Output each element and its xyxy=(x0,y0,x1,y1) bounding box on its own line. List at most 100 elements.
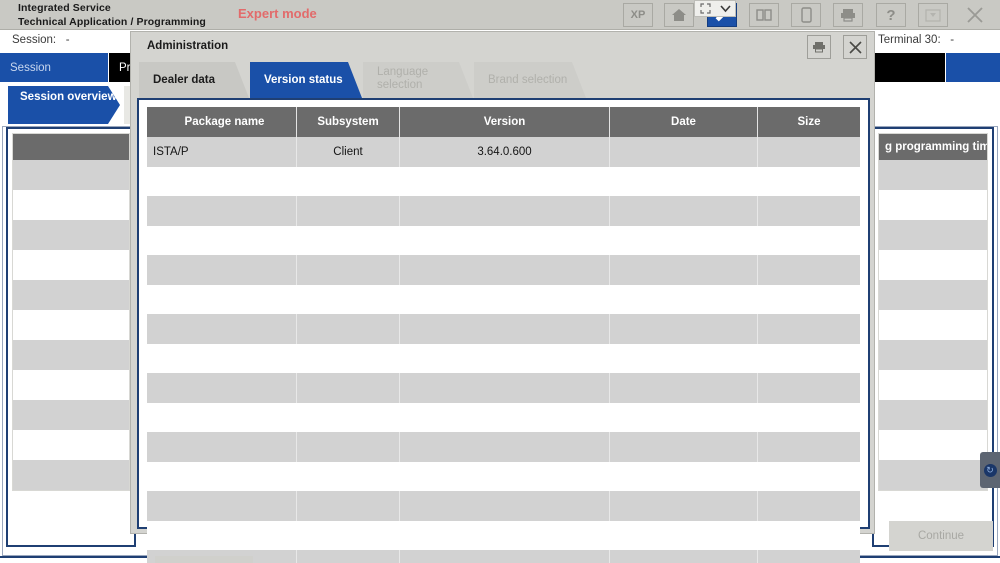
cell-version xyxy=(400,314,610,344)
dialog-tab-bar: Dealer data Version status Language sele… xyxy=(131,62,876,100)
version-status-table: Package name Subsystem Version Date Size… xyxy=(147,107,860,563)
background-right-panel: g programming time xyxy=(872,127,994,547)
nav-tab-session[interactable]: Session xyxy=(0,53,108,82)
refresh-glyph: ↻ xyxy=(984,464,997,477)
printer-icon[interactable] xyxy=(807,35,831,59)
top-header-bar: Integrated Service Technical Application… xyxy=(0,0,1000,30)
cell-date xyxy=(610,196,758,226)
table-row[interactable] xyxy=(879,250,987,280)
table-row-spacer xyxy=(147,462,860,491)
application-window: Integrated Service Technical Application… xyxy=(0,0,1000,563)
table-row[interactable] xyxy=(147,314,860,344)
minimize-icon[interactable] xyxy=(918,3,948,27)
cell-package-name xyxy=(147,314,297,344)
dialog-title-bar: Administration xyxy=(131,32,874,62)
background-left-panel xyxy=(6,127,136,547)
app-title: Integrated Service Technical Application… xyxy=(18,1,206,29)
table-row[interactable] xyxy=(147,550,860,563)
table-row[interactable]: ISTA/P Client 3.64.0.600 xyxy=(147,137,860,167)
table-row-spacer xyxy=(147,521,860,550)
table-row-spacer xyxy=(147,226,860,255)
table-row-spacer xyxy=(147,285,860,314)
cell-package-name xyxy=(147,491,297,521)
table-row[interactable] xyxy=(13,310,129,340)
cell-size xyxy=(758,314,860,344)
table-row[interactable] xyxy=(13,160,129,190)
table-row[interactable] xyxy=(13,220,129,250)
table-row[interactable] xyxy=(13,250,129,280)
home-icon[interactable] xyxy=(664,3,694,27)
table-row[interactable] xyxy=(147,432,860,462)
table-header-row: Package name Subsystem Version Date Size xyxy=(147,107,860,137)
table-row[interactable] xyxy=(13,190,129,220)
session-status: Session: - xyxy=(12,34,70,46)
cell-date xyxy=(610,255,758,285)
table-row[interactable] xyxy=(879,220,987,250)
cell-subsystem xyxy=(297,314,400,344)
help-icon[interactable]: ? xyxy=(876,3,906,27)
table-row[interactable] xyxy=(13,370,129,400)
table-row[interactable] xyxy=(147,255,860,285)
close-icon[interactable] xyxy=(960,3,990,27)
table-row[interactable] xyxy=(13,400,129,430)
printer-icon[interactable] xyxy=(833,3,863,27)
table-row[interactable] xyxy=(147,491,860,521)
cell-subsystem xyxy=(297,373,400,403)
cell-package-name: ISTA/P xyxy=(147,137,297,167)
terminal-status: Terminal 30: - xyxy=(878,34,954,46)
refresh-icon[interactable]: ↻ xyxy=(980,452,1000,488)
table-row[interactable] xyxy=(879,340,987,370)
close-icon[interactable] xyxy=(843,35,867,59)
cell-date xyxy=(610,432,758,462)
table-row[interactable] xyxy=(879,310,987,340)
column-header-size: Size xyxy=(758,107,860,137)
cell-package-name xyxy=(147,196,297,226)
cell-subsystem xyxy=(297,491,400,521)
cell-subsystem: Client xyxy=(297,137,400,167)
column-header-version: Version xyxy=(400,107,610,137)
table-row[interactable] xyxy=(879,280,987,310)
cell-date xyxy=(610,550,758,563)
table-row[interactable] xyxy=(13,460,129,490)
table-row[interactable] xyxy=(13,340,129,370)
table-row[interactable] xyxy=(879,430,987,460)
background-left-table xyxy=(12,133,130,491)
background-right-table: g programming time xyxy=(878,133,988,491)
subnav-tab-session-overview[interactable]: Session overview xyxy=(8,86,120,124)
table-header xyxy=(13,134,129,160)
app-title-line2: Technical Application / Programming xyxy=(18,15,206,29)
cell-subsystem xyxy=(297,196,400,226)
table-row[interactable] xyxy=(147,196,860,226)
battery-icon[interactable] xyxy=(791,3,821,27)
toolbar-popup[interactable] xyxy=(694,0,736,17)
column-header-package-name: Package name xyxy=(147,107,297,137)
chevron-down-icon xyxy=(720,4,731,13)
table-row-spacer xyxy=(147,167,860,196)
table-row[interactable] xyxy=(879,370,987,400)
tab-dealer-data[interactable]: Dealer data xyxy=(139,62,249,98)
table-row[interactable] xyxy=(879,460,987,490)
cell-date xyxy=(610,137,758,167)
table-row[interactable] xyxy=(13,280,129,310)
cell-size xyxy=(758,137,860,167)
cell-package-name xyxy=(147,432,297,462)
nav-tab-blank-2[interactable] xyxy=(946,53,1000,82)
modules-icon[interactable] xyxy=(749,3,779,27)
cell-subsystem xyxy=(297,255,400,285)
cancel-button[interactable]: Cancel xyxy=(155,556,253,563)
table-row[interactable] xyxy=(879,190,987,220)
cell-size xyxy=(758,432,860,462)
xp-icon[interactable]: XP xyxy=(623,3,653,27)
cell-package-name xyxy=(147,373,297,403)
cell-size xyxy=(758,550,860,563)
table-row[interactable] xyxy=(879,160,987,190)
continue-button[interactable]: Continue xyxy=(889,521,993,551)
dialog-title: Administration xyxy=(147,40,228,52)
cell-subsystem xyxy=(297,550,400,563)
table-row[interactable] xyxy=(147,373,860,403)
tab-brand-selection: Brand selection xyxy=(474,62,586,98)
table-row[interactable] xyxy=(879,400,987,430)
tab-version-status[interactable]: Version status xyxy=(250,62,362,98)
table-row[interactable] xyxy=(13,430,129,460)
table-row-spacer xyxy=(147,403,860,432)
